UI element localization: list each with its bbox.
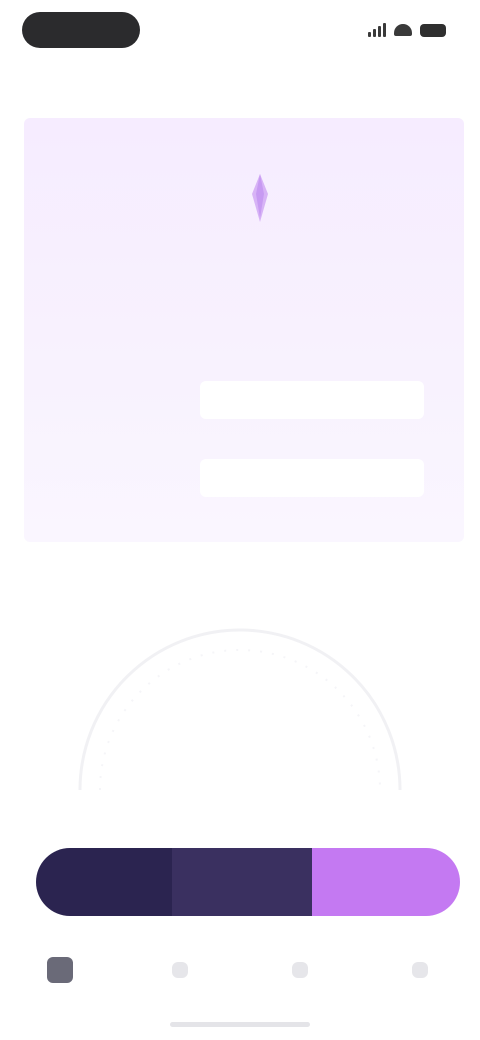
field-input[interactable]	[200, 381, 424, 419]
gauge-ring	[78, 628, 402, 791]
tab-icon	[292, 962, 308, 978]
home-indicator	[170, 1022, 310, 1027]
location-card	[24, 118, 464, 542]
tab-bar	[0, 940, 480, 1000]
segment-2[interactable]	[172, 848, 312, 916]
segmented-control	[36, 848, 460, 916]
signal-icon	[368, 23, 386, 37]
tab-icon	[412, 962, 428, 978]
tab-home[interactable]	[40, 950, 80, 990]
dynamic-island	[22, 12, 140, 48]
status-icons	[368, 20, 446, 40]
status-bar	[0, 0, 480, 60]
tab-icon	[172, 962, 188, 978]
tab-4[interactable]	[400, 950, 440, 990]
tab-3[interactable]	[280, 950, 320, 990]
field-input[interactable]	[200, 459, 424, 497]
screen	[0, 0, 480, 1040]
battery-icon	[420, 23, 446, 37]
segment-3[interactable]	[312, 848, 460, 916]
location-pin-icon	[252, 174, 268, 222]
field-row	[72, 380, 424, 420]
wifi-icon	[394, 24, 412, 36]
segment-1[interactable]	[36, 848, 172, 916]
tab-2[interactable]	[160, 950, 200, 990]
home-icon	[47, 957, 73, 983]
field-row	[72, 458, 424, 498]
